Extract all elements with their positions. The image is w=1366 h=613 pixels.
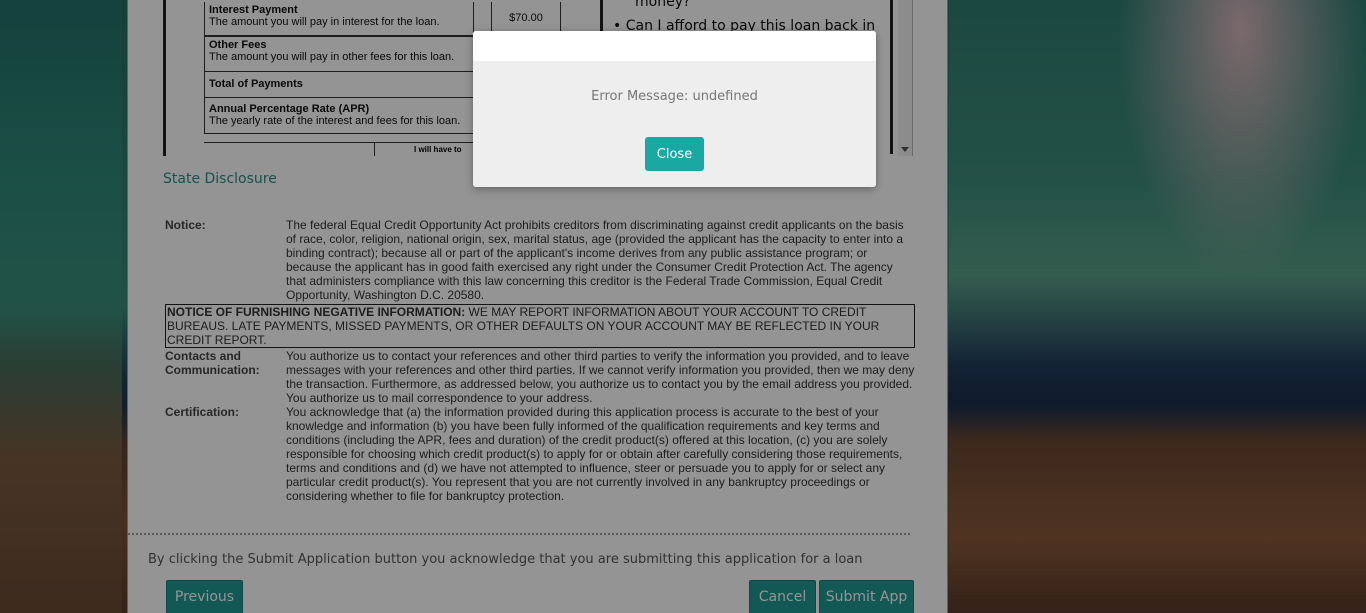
error-dialog: Error Message: undefined Close xyxy=(473,31,876,187)
dialog-body: Error Message: undefined Close xyxy=(473,61,876,187)
dialog-header xyxy=(473,31,876,61)
close-button[interactable]: Close xyxy=(645,137,704,171)
error-message: Error Message: undefined xyxy=(591,89,758,104)
